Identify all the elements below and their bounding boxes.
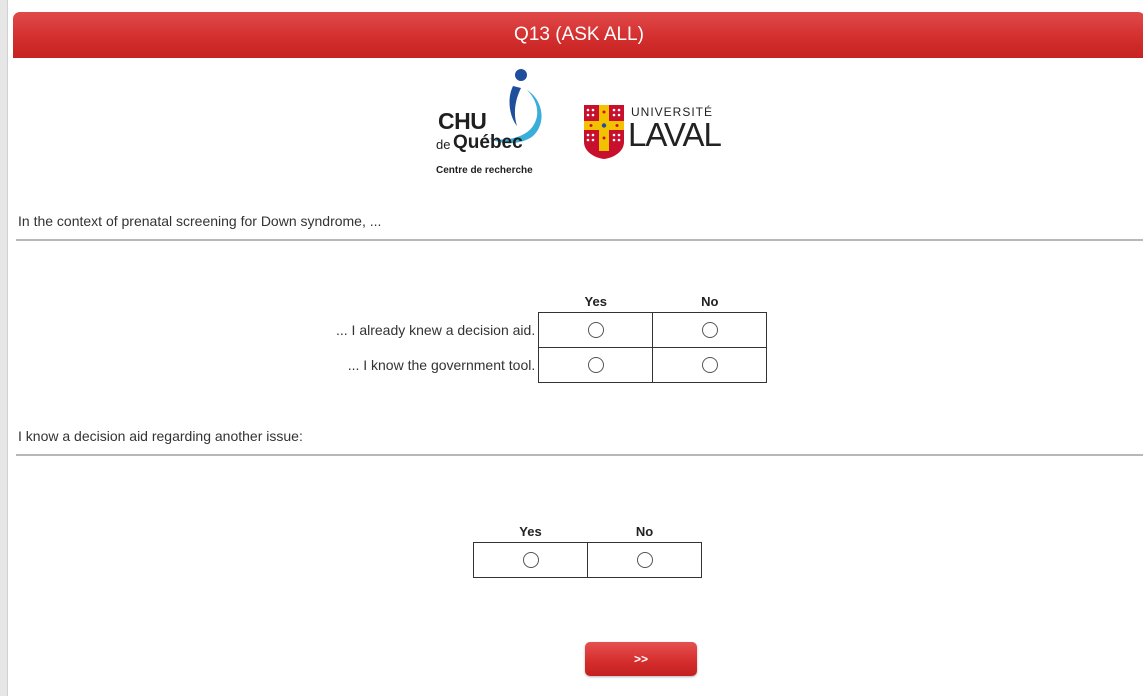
radio-button-yes[interactable] xyxy=(522,551,539,568)
next-button[interactable]: >> xyxy=(585,642,697,676)
survey-page: Q13 (ASK ALL) CHU de Québec Centre de re… xyxy=(0,0,1143,696)
grid-corner xyxy=(336,290,539,313)
logo-area: CHU de Québec Centre de recherche UNIVER… xyxy=(433,68,753,188)
radio-button-no[interactable] xyxy=(701,321,718,338)
column-header-no: No xyxy=(701,293,719,309)
laval-logo-name: LAVAL xyxy=(628,116,722,153)
radio-cell-no[interactable] xyxy=(652,347,768,383)
chu-logo-quebec: Québec xyxy=(453,132,523,153)
question1-grid: Yes No ... I already knew a decision aid… xyxy=(336,290,768,383)
radio-cell-yes[interactable] xyxy=(473,542,588,578)
radio-button-yes[interactable] xyxy=(587,356,604,373)
question1-divider xyxy=(16,239,1143,241)
window-left-border xyxy=(0,0,8,696)
chu-logo-de: de xyxy=(436,137,451,152)
table-row xyxy=(473,542,702,578)
question2-grid: Yes No xyxy=(473,520,702,578)
question-header: Q13 (ASK ALL) xyxy=(13,12,1143,58)
question2-text: I know a decision aid regarding another … xyxy=(18,428,303,444)
table-row: ... I know the government tool. xyxy=(336,347,768,383)
row-label: ... I already knew a decision aid. xyxy=(336,322,536,338)
radio-cell-no[interactable] xyxy=(587,542,702,578)
table-row: ... I already knew a decision aid. xyxy=(336,312,768,348)
survey-panel: Q13 (ASK ALL) CHU de Québec Centre de re… xyxy=(8,0,1143,696)
chu-quebec-logo: CHU de Québec Centre de recherche xyxy=(433,68,558,183)
chu-logo-subtitle: Centre de recherche xyxy=(436,165,533,176)
radio-cell-no[interactable] xyxy=(652,312,768,348)
chu-logo-text: CHU xyxy=(438,108,487,134)
laval-shield-icon xyxy=(584,105,624,159)
radio-button-no[interactable] xyxy=(636,551,653,568)
universite-laval-logo: UNIVERSITÉ LAVAL xyxy=(583,104,753,174)
question1-text: In the context of prenatal screening for… xyxy=(18,213,382,229)
row-label: ... I know the government tool. xyxy=(347,357,536,373)
column-header-yes: Yes xyxy=(519,523,542,539)
column-header-no: No xyxy=(635,523,654,539)
radio-cell-yes[interactable] xyxy=(538,347,654,383)
column-header-yes: Yes xyxy=(584,293,607,309)
radio-button-no[interactable] xyxy=(701,356,718,373)
radio-button-yes[interactable] xyxy=(587,321,604,338)
question2-divider xyxy=(16,454,1143,456)
radio-cell-yes[interactable] xyxy=(538,312,654,348)
